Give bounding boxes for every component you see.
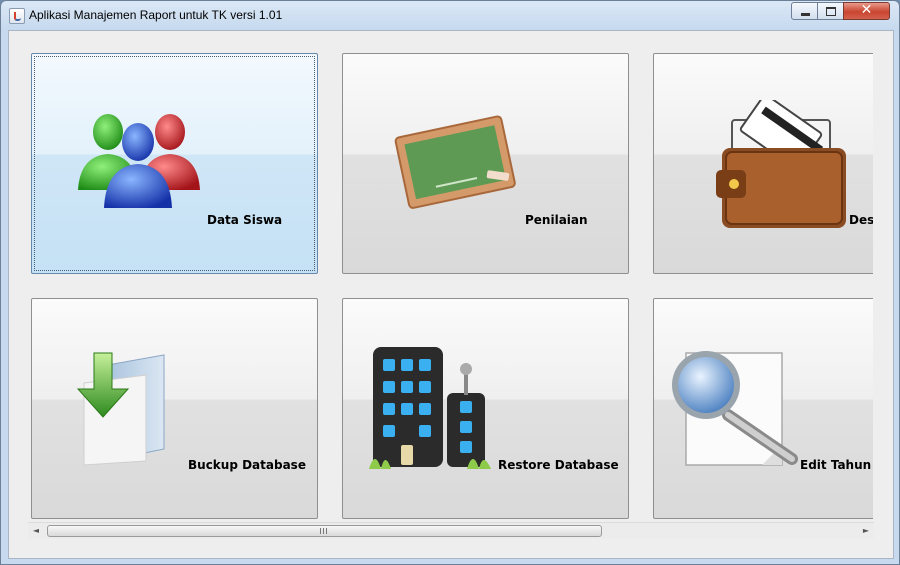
building-icon (369, 347, 491, 469)
close-icon: ✕ (860, 2, 873, 18)
tile-label: Restore Database (498, 458, 619, 472)
tile-label: Des (849, 213, 873, 227)
tile-label: Buckup Database (188, 458, 306, 472)
title-bar[interactable]: Aplikasi Manajemen Raport untuk TK versi… (1, 1, 899, 30)
main-panel: Data Siswa Penilaian Des Buckup Database… (8, 30, 894, 559)
tile-label: Data Siswa (207, 213, 283, 227)
document-search-icon (672, 351, 798, 466)
scroll-right-arrow[interactable]: ► (858, 523, 874, 539)
minimize-button[interactable] (791, 2, 818, 20)
scrollbar-thumb[interactable] (47, 525, 602, 537)
app-window: Aplikasi Manajemen Raport untuk TK versi… (0, 0, 900, 565)
maximize-icon (826, 7, 836, 16)
folder-download-icon (76, 352, 165, 466)
restore-database-button[interactable]: Restore Database (342, 298, 629, 519)
tile-label: Penilaian (525, 213, 588, 227)
edit-tahun-button[interactable]: Edit Tahun F (653, 298, 873, 519)
tile-label: Edit Tahun F (800, 458, 873, 472)
java-app-icon[interactable] (9, 8, 25, 24)
close-button[interactable]: ✕ (843, 2, 890, 20)
scroll-left-arrow[interactable]: ◄ (28, 523, 44, 539)
users-icon (78, 114, 200, 208)
window-title: Aplikasi Manajemen Raport untuk TK versi… (29, 8, 283, 22)
penilaian-button[interactable]: Penilaian (342, 53, 629, 274)
minimize-icon (801, 13, 810, 16)
chalkboard-icon (394, 115, 516, 209)
buckup-database-button[interactable]: Buckup Database (31, 298, 318, 519)
maximize-button[interactable] (817, 2, 844, 20)
desain-button[interactable]: Des (653, 53, 873, 274)
data-siswa-button[interactable]: Data Siswa (31, 53, 318, 274)
grip-icon (320, 528, 329, 534)
horizontal-scrollbar[interactable]: ◄ ► (28, 522, 874, 539)
tile-viewport: Data Siswa Penilaian Des Buckup Database… (9, 31, 873, 521)
wallet-icon (716, 100, 846, 228)
